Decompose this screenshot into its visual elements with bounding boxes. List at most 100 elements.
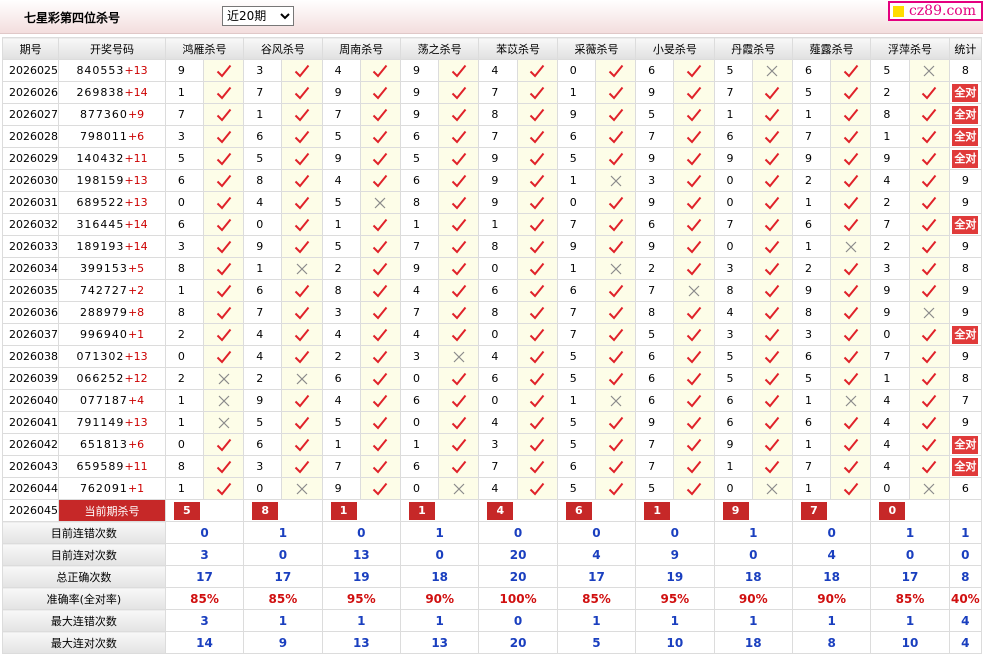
kill-number: 6: [399, 455, 440, 478]
check-icon: [440, 438, 478, 452]
check-icon: [910, 174, 948, 188]
result-cell: [908, 191, 950, 214]
table-row: 2026034 399153+5 8 1 2 9 0 1 2 3 2 3 8: [1, 257, 983, 280]
result-cell: [438, 389, 480, 412]
result-cell: [281, 279, 323, 302]
result-cell: [751, 433, 793, 456]
kill-number: 5: [243, 411, 283, 434]
kill-number: 7: [164, 103, 205, 126]
kill-number: 5: [321, 235, 361, 258]
result-cell: [359, 411, 401, 434]
winning-numbers-cell: 077187+4: [58, 389, 166, 412]
check-icon: [675, 130, 713, 144]
table-row: 2026042 651813+6 0 6 1 1 3 5 7 9 1 4 全对: [1, 433, 983, 456]
kill-number: 6: [399, 169, 440, 192]
kill-number: 0: [399, 477, 440, 500]
kill-number: 9: [556, 235, 596, 258]
result-cell: [673, 323, 715, 346]
period-select[interactable]: 近20期: [222, 6, 294, 26]
kill-number: 1: [164, 81, 205, 104]
result-cell: [359, 103, 401, 126]
summary-value: 1: [870, 609, 950, 632]
check-icon: [832, 350, 870, 364]
kill-number: 7: [556, 213, 596, 236]
stat-value: 9: [961, 416, 969, 429]
result-cell: [594, 191, 637, 214]
result-cell: [202, 345, 245, 368]
kill-number: 4: [870, 411, 910, 434]
summary-value: 20: [478, 631, 558, 654]
winning-numbers-cell: 288979+8: [58, 301, 166, 324]
result-cell: [830, 103, 872, 126]
result-cell: [438, 235, 480, 258]
table-row: 2026044 762091+1 1 0 9 0 4 5 5 0 1 0 6: [1, 477, 983, 500]
issue-cell: 2026029: [1, 147, 60, 170]
check-icon: [910, 262, 948, 276]
kill-number: 4: [870, 389, 910, 412]
summary-value: 17: [870, 565, 950, 588]
result-cell: [751, 81, 793, 104]
result-cell: [830, 345, 872, 368]
result-cell: [908, 169, 950, 192]
result-cell: [673, 367, 715, 390]
result-cell: [438, 477, 480, 500]
summary-stat: 4: [948, 631, 983, 654]
summary-stat: 40%: [948, 587, 983, 610]
result-cell: [359, 301, 401, 324]
check-icon: [518, 306, 556, 320]
check-icon: [596, 438, 634, 452]
check-icon: [440, 130, 478, 144]
cross-icon: [910, 307, 948, 319]
check-icon: [283, 416, 321, 430]
result-cell: [830, 235, 872, 258]
kill-number: 2: [791, 257, 832, 280]
check-icon: [675, 64, 713, 78]
site-logo[interactable]: cz89.com: [887, 1, 983, 21]
cross-icon: [596, 395, 634, 407]
stat-cell: 全对: [948, 81, 983, 104]
result-cell: [438, 81, 480, 104]
issue-cell: 2026040: [1, 389, 60, 412]
kill-number: 7: [243, 301, 283, 324]
bonus-number: +11: [124, 460, 148, 473]
summary-value: 13: [321, 631, 401, 654]
kill-number: 7: [870, 213, 910, 236]
result-cell: [281, 411, 323, 434]
kill-number: 3: [635, 169, 675, 192]
check-icon: [675, 108, 713, 122]
kill-number: 2: [635, 257, 675, 280]
result-cell: [673, 433, 715, 456]
check-icon: [361, 108, 399, 122]
kill-number: 2: [164, 323, 205, 346]
current-kill-number: 6: [565, 501, 592, 520]
result-cell: [908, 411, 950, 434]
result-cell: [359, 433, 401, 456]
kill-number: 6: [556, 279, 596, 302]
kill-number: 9: [556, 103, 596, 126]
kill-number: 5: [321, 191, 361, 214]
result-cell: [673, 455, 715, 478]
check-icon: [832, 460, 870, 474]
result-cell: [908, 301, 950, 324]
col-expert-5: 采薇杀号: [556, 37, 637, 60]
kill-number: 9: [870, 301, 910, 324]
issue-cell: 2026035: [1, 279, 60, 302]
all-correct-badge: 全对: [952, 83, 979, 102]
kill-number: 9: [635, 147, 675, 170]
check-icon: [361, 372, 399, 386]
check-icon: [596, 130, 634, 144]
check-icon: [205, 130, 243, 144]
kill-number: 5: [556, 345, 596, 368]
winning-numbers-cell: 996940+1: [58, 323, 166, 346]
result-cell: [673, 125, 715, 148]
check-icon: [753, 130, 791, 144]
issue-cell: 2026031: [1, 191, 60, 214]
check-icon: [440, 262, 478, 276]
current-kill-cell: 0: [870, 499, 950, 522]
kill-number: 8: [478, 301, 518, 324]
summary-value: 20: [478, 565, 558, 588]
check-icon: [361, 64, 399, 78]
result-cell: [516, 389, 558, 412]
kill-number: 5: [164, 147, 205, 170]
check-icon: [910, 240, 948, 254]
